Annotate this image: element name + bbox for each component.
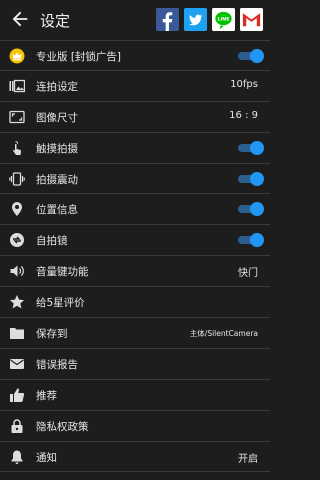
thumb-up-icon — [10, 388, 25, 402]
setting-volume-key[interactable]: 音量键功能 快门 — [0, 256, 270, 288]
lock-icon — [11, 419, 23, 433]
setting-value: 快门 — [238, 268, 258, 280]
crown-badge-icon — [9, 48, 25, 64]
setting-image-size[interactable]: 图像尺寸 16 : 9 — [0, 102, 270, 133]
setting-label: 给5星评价 — [36, 297, 85, 310]
setting-label: 保存到 — [36, 328, 68, 341]
touch-shoot-toggle[interactable] — [238, 140, 264, 155]
setting-location[interactable]: 位置信息 — [0, 194, 270, 226]
setting-selfie-mirror[interactable]: 自拍镜 — [0, 225, 270, 257]
setting-pro-version[interactable]: 专业版 [封锁广告] — [0, 40, 270, 71]
setting-label: 音量键功能 — [36, 266, 89, 279]
settings-list: 专业版 [封锁广告] 连拍设定 10fps 图像尺寸 16 : 9 触摸拍摄 拍… — [0, 40, 270, 473]
setting-label: 推荐 — [36, 389, 57, 402]
mail-icon — [10, 358, 24, 369]
setting-notification[interactable]: 通知 开启 — [0, 442, 270, 473]
setting-touch-shoot[interactable]: 触摸拍摄 — [0, 133, 270, 164]
volume-icon — [10, 265, 24, 277]
setting-save-to[interactable]: 保存到 主体/SilentCamera — [0, 318, 270, 349]
twitter-icon[interactable] — [184, 8, 207, 31]
setting-label: 隐私权政策 — [36, 420, 89, 433]
setting-burst[interactable]: 连拍设定 10fps — [0, 71, 270, 102]
setting-label: 自拍镜 — [36, 235, 68, 248]
setting-rate[interactable]: 给5星评价 — [0, 287, 270, 319]
star-icon — [9, 295, 25, 309]
setting-error-report[interactable]: 错误报告 — [0, 349, 270, 380]
setting-value: 主体/SilentCamera — [189, 329, 258, 339]
setting-label: 拍摄震动 — [36, 173, 78, 186]
setting-label: 连拍设定 — [36, 80, 78, 93]
setting-vibration[interactable]: 拍摄震动 — [0, 164, 270, 195]
aspect-ratio-icon — [9, 110, 25, 123]
page-title: 设定 — [40, 12, 71, 30]
folder-icon — [10, 328, 24, 340]
setting-privacy-policy[interactable]: 隐私权政策 — [0, 411, 270, 442]
location-toggle[interactable] — [238, 202, 264, 217]
burst-photos-icon — [9, 79, 25, 93]
setting-recommend[interactable]: 推荐 — [0, 380, 270, 411]
location-pin-icon — [12, 202, 22, 217]
vibration-icon — [9, 171, 25, 186]
line-icon[interactable]: LINE — [212, 8, 235, 31]
setting-label: 位置信息 — [36, 204, 78, 217]
app-bar: 设定 LINE — [0, 0, 270, 40]
bell-icon — [11, 450, 23, 464]
setting-label: 触摸拍摄 — [36, 142, 78, 155]
svg-text:LINE: LINE — [217, 17, 229, 23]
vibration-toggle[interactable] — [238, 171, 264, 186]
touch-icon — [13, 140, 22, 155]
setting-value: 10fps — [230, 78, 258, 90]
setting-value: 开启 — [238, 453, 258, 465]
facebook-icon[interactable] — [156, 8, 179, 31]
selfie-mirror-toggle[interactable] — [238, 233, 264, 248]
pro-version-toggle[interactable] — [238, 49, 264, 63]
setting-value: 16 : 9 — [229, 109, 258, 121]
setting-label: 错误报告 — [36, 358, 78, 371]
setting-label: 通知 — [36, 451, 57, 464]
back-arrow-icon[interactable] — [9, 8, 31, 30]
setting-label: 专业版 [封锁广告] — [36, 51, 122, 63]
switch-camera-icon — [10, 233, 24, 248]
setting-label: 图像尺寸 — [36, 111, 78, 124]
gmail-icon[interactable] — [240, 8, 263, 31]
